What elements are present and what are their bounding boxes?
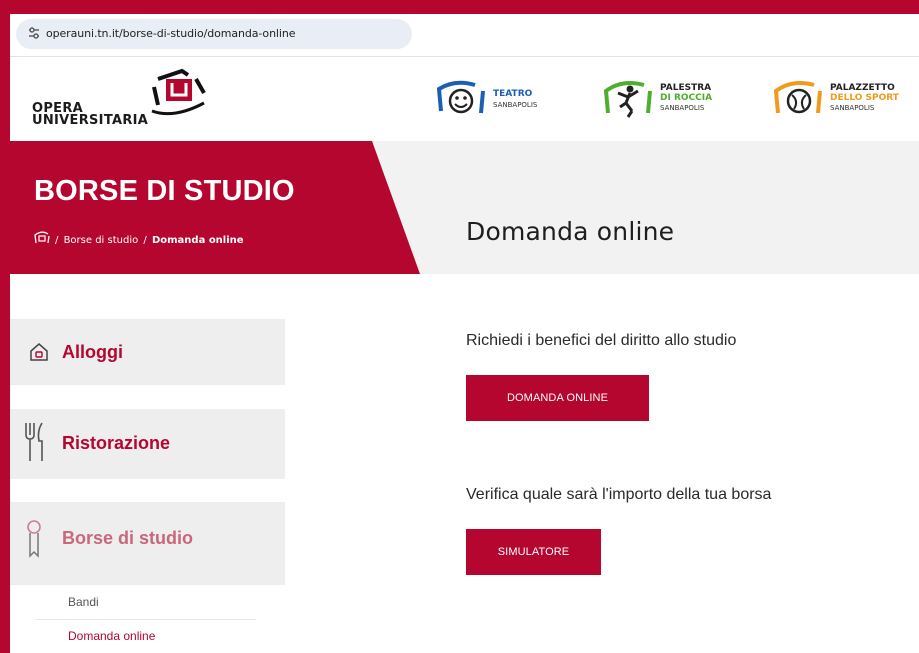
fork-knife-icon [24, 421, 48, 467]
address-bar: operauni.tn.it/borse-di-studio/domanda-o… [10, 14, 919, 57]
page-title: Domanda online [466, 217, 675, 246]
prompt-benefici: Richiedi i benefici del diritto allo stu… [466, 332, 737, 349]
logo-text: OPERA UNIVERSITARIA [32, 101, 149, 128]
partner-palazzetto-dello-sport[interactable]: PALAZZETTO DELLO SPORT SANBAPOLIS [772, 77, 919, 125]
prompt-importo-borsa: Verifica quale sarà l'importo della tua … [466, 486, 772, 503]
medal-icon [24, 518, 44, 564]
domanda-online-button[interactable]: DOMANDA ONLINE [466, 375, 649, 421]
site-header: OPERA UNIVERSITARIA TEATRO SANBAPOLIS PA… [10, 57, 919, 141]
breadcrumb-current: Domanda online [151, 235, 244, 246]
breadcrumb-separator: / [55, 235, 59, 246]
opera-universitaria-logo[interactable]: OPERA UNIVERSITARIA [32, 67, 212, 131]
site-settings-icon[interactable] [26, 26, 42, 42]
sidebar-item-alloggi[interactable]: Alloggi [10, 319, 285, 385]
url-text: operauni.tn.it/borse-di-studio/domanda-o… [46, 27, 296, 40]
house-icon [28, 341, 50, 367]
theatre-mask-icon [436, 80, 485, 114]
sidebar-item-borse-di-studio[interactable]: Borse di studio [10, 502, 285, 585]
submenu-item-domanda-online[interactable]: Domanda online [68, 629, 155, 643]
section-title: BORSE DI STUDIO [34, 175, 295, 207]
browser-page: operauni.tn.it/borse-di-studio/domanda-o… [10, 14, 919, 653]
logo-mark-icon [151, 68, 206, 116]
home-icon[interactable] [34, 231, 50, 250]
url-field[interactable]: operauni.tn.it/borse-di-studio/domanda-o… [16, 19, 412, 49]
partner-teatro[interactable]: TEATRO SANBAPOLIS [435, 77, 565, 125]
breadcrumb-separator: / [143, 235, 147, 246]
breadcrumb: / Borse di studio / Domanda online [34, 231, 244, 250]
borse-di-studio-submenu: Bandi Domanda online [10, 585, 285, 653]
submenu-divider [36, 619, 256, 620]
breadcrumb-borse-di-studio[interactable]: Borse di studio [64, 235, 139, 246]
climber-icon [603, 81, 652, 118]
title-band: BORSE DI STUDIO / Borse di studio / Doma… [10, 141, 919, 274]
partner-palestra-di-roccia[interactable]: PALESTRA DI ROCCIA SANBAPOLIS [602, 77, 742, 125]
sidebar-item-ristorazione[interactable]: Ristorazione [10, 409, 285, 479]
simulatore-button[interactable]: SIMULATORE [466, 529, 601, 575]
sports-ball-icon [773, 81, 822, 114]
submenu-item-bandi[interactable]: Bandi [68, 595, 99, 609]
